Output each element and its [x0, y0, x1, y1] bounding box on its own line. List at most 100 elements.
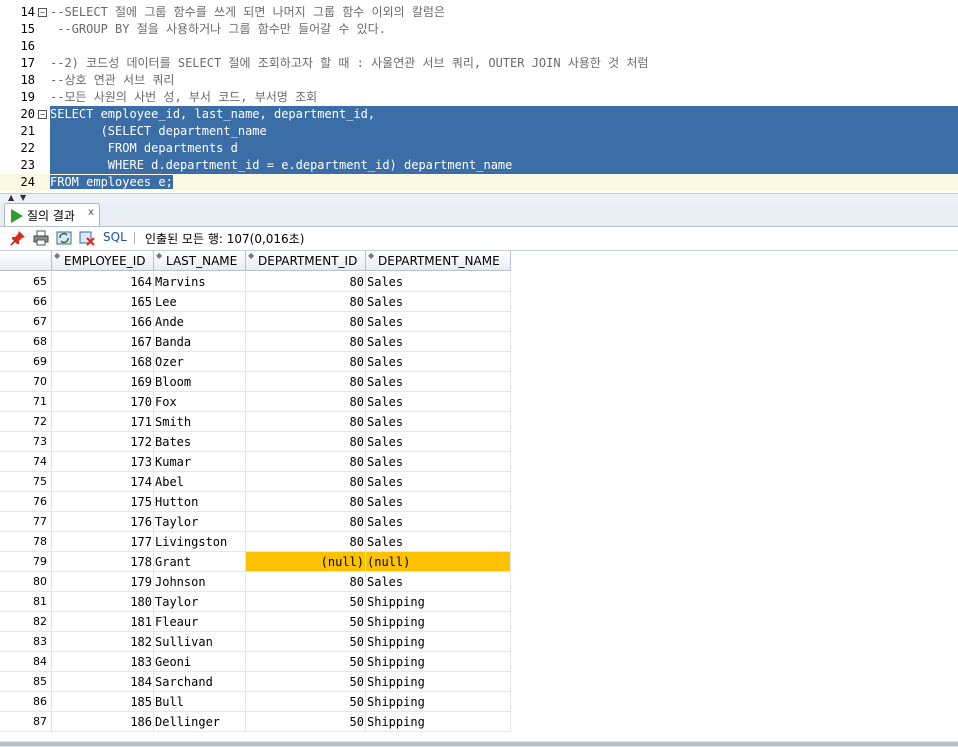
cell-department-name[interactable]: Shipping [366, 632, 511, 652]
cell-last-name[interactable]: Kumar [154, 452, 246, 472]
cell-employee-id[interactable]: 176 [52, 512, 154, 532]
cell-employee-id[interactable]: 175 [52, 492, 154, 512]
table-row[interactable]: 65 164 Marvins 80 Sales [0, 272, 958, 292]
code-line[interactable]: 18 --상호 연관 서브 쿼리 [0, 72, 958, 89]
pin-icon[interactable] [10, 230, 26, 246]
table-row[interactable]: 75 174 Abel 80 Sales [0, 472, 958, 492]
cell-last-name[interactable]: Sarchand [154, 672, 246, 692]
table-row[interactable]: 77 176 Taylor 80 Sales [0, 512, 958, 532]
scrollbar-thumb[interactable] [0, 742, 958, 746]
cell-department-id[interactable]: 50 [246, 672, 366, 692]
cell-department-id[interactable]: 50 [246, 592, 366, 612]
fold-toggle-icon[interactable]: − [38, 8, 47, 17]
cell-last-name[interactable]: Bull [154, 692, 246, 712]
column-header-last-name[interactable]: ◆ LAST_NAME [154, 251, 246, 271]
cell-employee-id[interactable]: 180 [52, 592, 154, 612]
cell-department-id[interactable]: (null) [246, 552, 366, 572]
cell-department-id[interactable]: 80 [246, 472, 366, 492]
cell-last-name[interactable]: Geoni [154, 652, 246, 672]
print-icon[interactable] [33, 230, 49, 246]
cell-last-name[interactable]: Marvins [154, 272, 246, 292]
cell-employee-id[interactable]: 172 [52, 432, 154, 452]
cell-department-name[interactable]: Sales [366, 392, 511, 412]
cell-last-name[interactable]: Fox [154, 392, 246, 412]
cell-employee-id[interactable]: 167 [52, 332, 154, 352]
column-header-department-id[interactable]: ◆ DEPARTMENT_ID [246, 251, 366, 271]
table-row[interactable]: 66 165 Lee 80 Sales [0, 292, 958, 312]
cell-department-name[interactable]: Shipping [366, 692, 511, 712]
cell-last-name[interactable]: Abel [154, 472, 246, 492]
cell-employee-id[interactable]: 165 [52, 292, 154, 312]
sql-editor[interactable]: 14− --SELECT 절에 그룹 함수를 쓰게 되면 나머지 그룹 함수 이외… [0, 0, 958, 193]
cell-department-name[interactable]: Sales [366, 292, 511, 312]
table-row[interactable]: 74 173 Kumar 80 Sales [0, 452, 958, 472]
table-row[interactable]: 80 179 Johnson 80 Sales [0, 572, 958, 592]
cell-department-id[interactable]: 50 [246, 632, 366, 652]
cell-last-name[interactable]: Bloom [154, 372, 246, 392]
cell-department-id[interactable]: 80 [246, 372, 366, 392]
clear-icon[interactable] [79, 230, 95, 246]
cell-department-name[interactable]: Sales [366, 312, 511, 332]
code-line[interactable]: 23 WHERE d.department_id = e.department_… [0, 157, 958, 174]
collapse-down-icon[interactable]: ▼ [20, 194, 26, 202]
code-line[interactable]: 21 (SELECT department_name [0, 123, 958, 140]
cell-department-id[interactable]: 80 [246, 352, 366, 372]
cell-employee-id[interactable]: 179 [52, 572, 154, 592]
column-header-department-name[interactable]: ◆ DEPARTMENT_NAME [366, 251, 511, 271]
tab-query-result[interactable]: 질의 결과 x [4, 203, 100, 226]
results-grid[interactable]: ◆ EMPLOYEE_ID ◆ LAST_NAME ◆ DEPARTMENT_ID ◆… [0, 250, 958, 742]
cell-department-name[interactable]: Sales [366, 332, 511, 352]
cell-employee-id[interactable]: 178 [52, 552, 154, 572]
cell-department-id[interactable]: 50 [246, 612, 366, 632]
code-line[interactable]: 20− SELECT employee_id, last_name, depart… [0, 106, 958, 123]
cell-department-name[interactable]: Shipping [366, 712, 511, 732]
cell-employee-id[interactable]: 186 [52, 712, 154, 732]
cell-employee-id[interactable]: 174 [52, 472, 154, 492]
cell-last-name[interactable]: Hutton [154, 492, 246, 512]
cell-last-name[interactable]: Grant [154, 552, 246, 572]
table-row[interactable]: 85 184 Sarchand 50 Shipping [0, 672, 958, 692]
cell-last-name[interactable]: Fleaur [154, 612, 246, 632]
cell-employee-id[interactable]: 171 [52, 412, 154, 432]
code-line[interactable]: 16 [0, 38, 958, 55]
cell-last-name[interactable]: Smith [154, 412, 246, 432]
cell-department-name[interactable]: Sales [366, 372, 511, 392]
code-line[interactable]: 17 --2) 코드성 데이터를 SELECT 절에 조회하고자 할 때 : 사울… [0, 55, 958, 72]
cell-department-id[interactable]: 80 [246, 272, 366, 292]
cell-last-name[interactable]: Sullivan [154, 632, 246, 652]
cell-department-id[interactable]: 80 [246, 512, 366, 532]
collapse-up-icon[interactable]: ▲ [8, 194, 14, 202]
table-row[interactable]: 84 183 Geoni 50 Shipping [0, 652, 958, 672]
horizontal-scrollbar[interactable] [0, 741, 958, 747]
cell-department-id[interactable]: 80 [246, 412, 366, 432]
table-row[interactable]: 87 186 Dellinger 50 Shipping [0, 712, 958, 732]
cell-department-name[interactable]: Shipping [366, 652, 511, 672]
cell-employee-id[interactable]: 183 [52, 652, 154, 672]
cell-department-name[interactable]: Sales [366, 572, 511, 592]
cell-department-name[interactable]: Sales [366, 512, 511, 532]
cell-employee-id[interactable]: 182 [52, 632, 154, 652]
cell-last-name[interactable]: Taylor [154, 512, 246, 532]
code-line[interactable]: 14− --SELECT 절에 그룹 함수를 쓰게 되면 나머지 그룹 함수 이외… [0, 4, 958, 21]
cell-department-id[interactable]: 50 [246, 692, 366, 712]
code-line[interactable]: 22 FROM departments d [0, 140, 958, 157]
code-line[interactable]: 19 --모든 사원의 사번 성, 부서 코드, 부서명 조회 [0, 89, 958, 106]
cell-department-id[interactable]: 80 [246, 312, 366, 332]
cell-department-name[interactable]: Shipping [366, 592, 511, 612]
table-row[interactable]: 78 177 Livingston 80 Sales [0, 532, 958, 552]
table-row[interactable]: 68 167 Banda 80 Sales [0, 332, 958, 352]
cell-last-name[interactable]: Dellinger [154, 712, 246, 732]
cell-department-id[interactable]: 80 [246, 532, 366, 552]
table-row[interactable]: 73 172 Bates 80 Sales [0, 432, 958, 452]
cell-employee-id[interactable]: 164 [52, 272, 154, 292]
close-tab-icon[interactable]: x [88, 207, 94, 218]
table-row[interactable]: 67 166 Ande 80 Sales [0, 312, 958, 332]
table-row[interactable]: 70 169 Bloom 80 Sales [0, 372, 958, 392]
table-row[interactable]: 69 168 Ozer 80 Sales [0, 352, 958, 372]
column-header-employee-id[interactable]: ◆ EMPLOYEE_ID [52, 251, 154, 271]
cell-department-name[interactable]: Sales [366, 272, 511, 292]
cell-department-name[interactable]: Sales [366, 412, 511, 432]
table-row[interactable]: 72 171 Smith 80 Sales [0, 412, 958, 432]
cell-department-id[interactable]: 80 [246, 432, 366, 452]
cell-department-name[interactable]: (null) [366, 552, 511, 572]
